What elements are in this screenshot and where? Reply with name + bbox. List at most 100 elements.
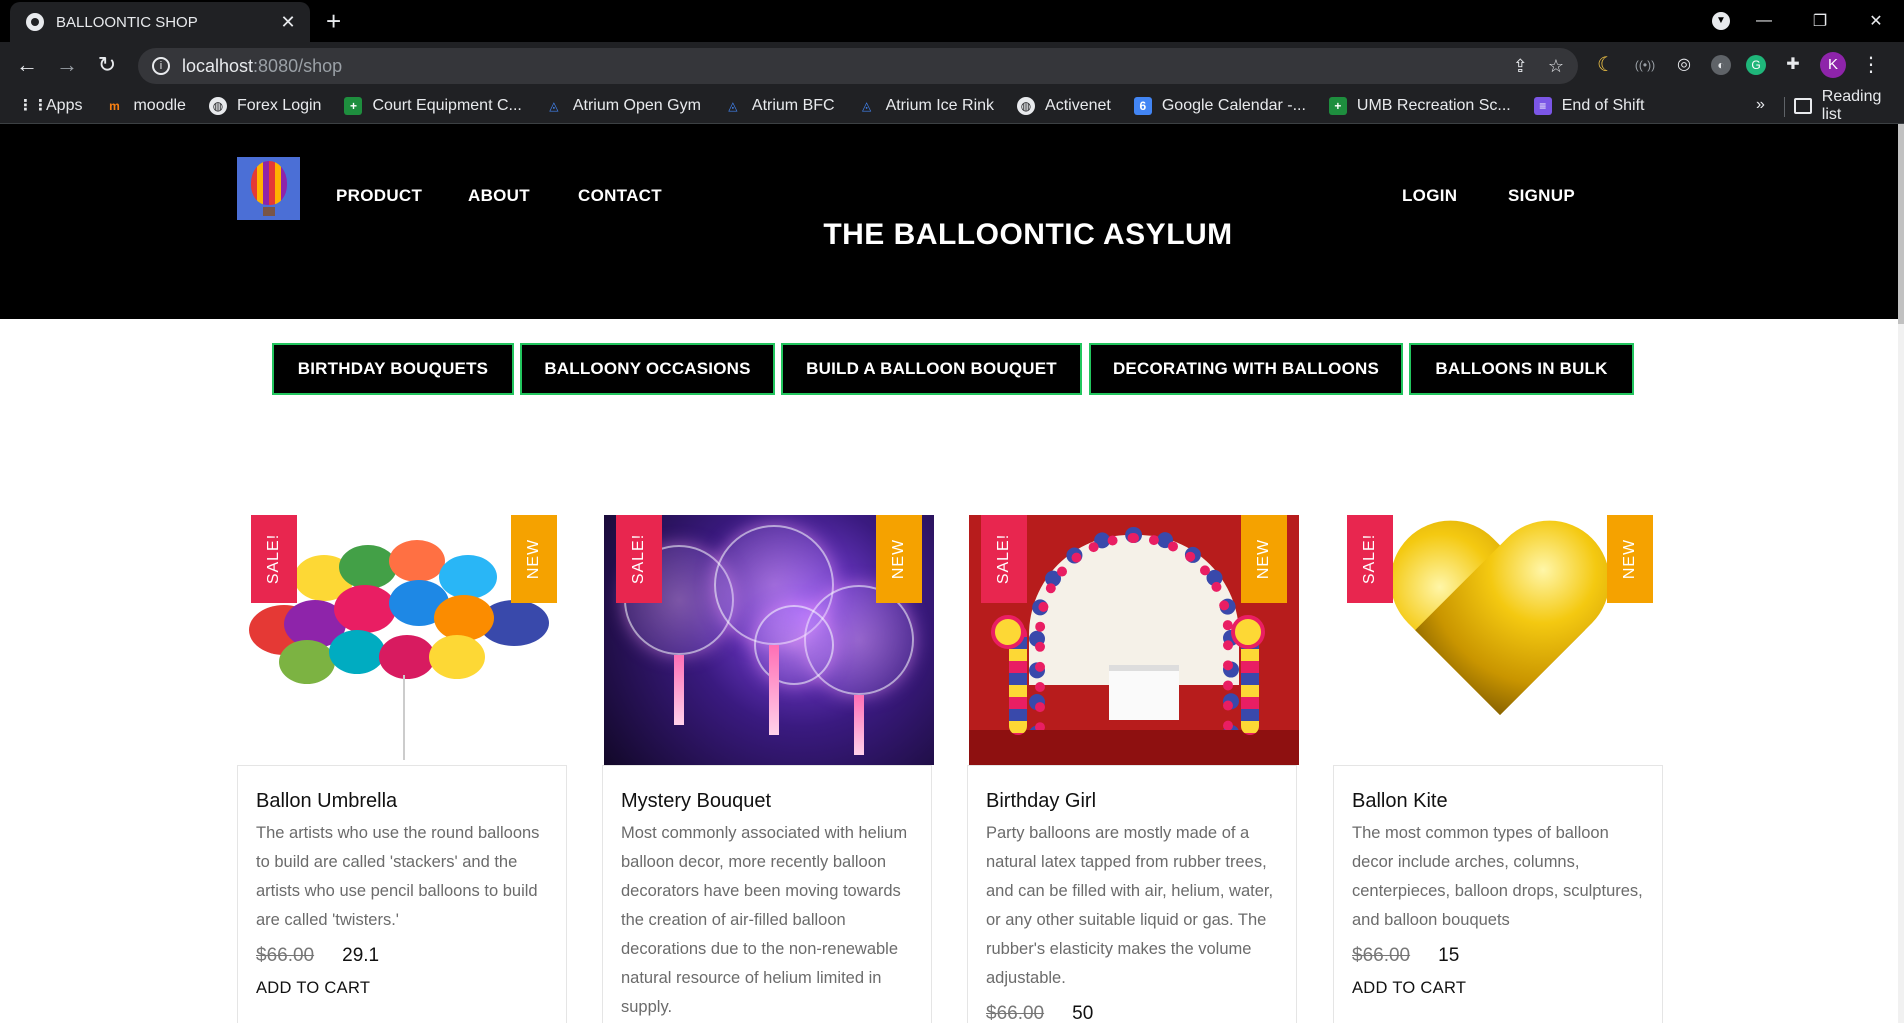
globe-icon: ◍ (208, 97, 227, 115)
extensions-area: ☾ ((•)) ◎ ◐ G ✚ K ⋮ (1594, 52, 1881, 78)
window-controls: — ❐ ✕ (1736, 0, 1904, 42)
product-description: The artists who use the round balloons t… (256, 824, 540, 929)
bookmark-google-calendar[interactable]: 6 Google Calendar -... (1133, 97, 1306, 115)
reading-list-button[interactable]: Reading list (1794, 88, 1904, 123)
circle-extension-icon[interactable]: ◐ (1711, 55, 1731, 75)
moodle-icon: m (109, 99, 120, 113)
reading-list-icon (1794, 98, 1812, 114)
broadcast-extension-icon[interactable]: ((•)) (1633, 53, 1657, 77)
browser-tabstrip: BALLOONTIC SHOP ✕ + ▼ — ❐ ✕ (0, 0, 1904, 42)
profile-avatar[interactable]: K (1820, 52, 1846, 78)
dark-mode-extension-icon[interactable]: ☾ (1594, 53, 1618, 77)
atrium-icon: ◬ (549, 99, 559, 113)
product-card-body: Ballon Umbrella The artists who use the … (237, 765, 567, 1023)
nav-contact[interactable]: CONTACT (578, 186, 662, 206)
product-name[interactable]: Birthday Girl (986, 790, 1278, 813)
address-bar[interactable]: i localhost :8080/shop ⇪ ☆ (138, 48, 1578, 84)
product-image-led-balloons[interactable]: SALE! NEW (604, 515, 934, 765)
nav-product[interactable]: PRODUCT (336, 186, 422, 206)
minimize-icon[interactable]: — (1736, 12, 1792, 30)
balloon-basket-icon (263, 207, 275, 216)
product-old-price: $66.00 (1352, 945, 1411, 966)
add-to-cart-button[interactable]: ADD TO CART (1352, 979, 1644, 998)
mask-extension-icon[interactable]: ◎ (1672, 53, 1696, 77)
category-decorating-with-balloons[interactable]: DECORATING WITH BALLOONS (1089, 343, 1403, 395)
bookmark-court-equipment[interactable]: + Court Equipment C... (344, 97, 522, 115)
globe-icon: ◍ (1017, 97, 1036, 115)
url-path: :8080/shop (253, 55, 343, 76)
nav-signup[interactable]: SIGNUP (1508, 186, 1575, 206)
product-old-price: $66.00 (256, 945, 315, 966)
bookmark-forex-login[interactable]: ◍ Forex Login (208, 97, 321, 115)
apps-grid-icon: ⋮⋮ (18, 97, 48, 114)
bookmark-umb-recreation[interactable]: + UMB Recreation Sc... (1328, 97, 1511, 115)
bookmark-apps[interactable]: ⋮⋮ Apps (18, 97, 82, 115)
share-icon[interactable]: ⇪ (1513, 56, 1528, 77)
kebab-menu-icon[interactable]: ⋮ (1861, 53, 1881, 77)
page-scrollbar[interactable] (1898, 124, 1904, 1023)
browser-toolbar: ← → ↻ i localhost :8080/shop ⇪ ☆ ☾ ((•))… (0, 42, 1904, 89)
product-image-balloon-arch[interactable]: SALE! NEW (969, 515, 1299, 765)
grammarly-extension-icon[interactable]: G (1746, 55, 1766, 75)
bookmarks-overflow-button[interactable]: » (1756, 96, 1765, 114)
product-image-gold-heart-balloon[interactable]: SALE! NEW (1335, 515, 1665, 765)
back-icon[interactable]: ← (12, 52, 42, 78)
product-image-balloon-bunch[interactable]: SALE! NEW (239, 515, 569, 765)
bookmark-moodle[interactable]: m moodle (105, 97, 186, 115)
product-sale-price: 29.1 (342, 945, 380, 966)
product-card: SALE! NEW Ballon Umbrella The artists wh… (237, 515, 569, 1023)
bookmark-atrium-ice-rink[interactable]: ◬ Atrium Ice Rink (858, 97, 994, 115)
category-balloony-occasions[interactable]: BALLOONY OCCASIONS (520, 343, 775, 395)
globe-icon (26, 13, 44, 31)
product-card: SALE! NEW Ballon Kite The most common ty… (1333, 515, 1665, 1023)
atrium-icon: ◬ (728, 99, 738, 113)
sale-badge: SALE! (251, 515, 297, 603)
extensions-puzzle-icon[interactable]: ✚ (1781, 53, 1805, 77)
site-header: PRODUCT ABOUT CONTACT LOGIN SIGNUP THE B… (0, 124, 1904, 319)
bookmarks-divider (1784, 97, 1785, 117)
restore-icon[interactable]: ❐ (1792, 11, 1848, 31)
forward-icon[interactable]: → (52, 52, 82, 78)
site-title: THE BALLOONTIC ASYLUM (823, 218, 1233, 251)
sale-badge: SALE! (981, 515, 1027, 603)
scrollbar-thumb[interactable] (1898, 124, 1904, 324)
product-price: $66.00 50 (986, 1003, 1278, 1023)
product-name[interactable]: Mystery Bouquet (621, 790, 913, 813)
product-name[interactable]: Ballon Kite (1352, 790, 1644, 813)
category-balloons-in-bulk[interactable]: BALLOONS IN BULK (1409, 343, 1634, 395)
browser-tab-active[interactable]: BALLOONTIC SHOP ✕ (10, 2, 310, 42)
nav-about[interactable]: ABOUT (468, 186, 530, 206)
google-calendar-icon: 6 (1133, 97, 1152, 115)
product-name[interactable]: Ballon Umbrella (256, 790, 548, 813)
close-icon[interactable]: ✕ (278, 12, 298, 33)
bookmark-end-of-shift[interactable]: ≡ End of Shift (1533, 97, 1644, 115)
bookmark-activenet[interactable]: ◍ Activenet (1017, 97, 1111, 115)
new-badge: NEW (876, 515, 922, 603)
bookmark-atrium-bfc[interactable]: ◬ Atrium BFC (724, 97, 834, 115)
close-window-icon[interactable]: ✕ (1848, 11, 1904, 31)
new-badge: NEW (1607, 515, 1653, 603)
product-card: SALE! NEW Mystery Bouquet Most commonly … (602, 515, 934, 1023)
bookmarks-bar: ⋮⋮ Apps m moodle ◍ Forex Login + Court Equip… (0, 88, 1904, 124)
category-birthday-bouquets[interactable]: BIRTHDAY BOUQUETS (272, 343, 514, 395)
product-sale-price: 50 (1072, 1003, 1094, 1023)
omnibox-actions: ⇪ ☆ (1513, 56, 1564, 77)
sale-badge: SALE! (1347, 515, 1393, 603)
site-logo[interactable] (237, 157, 300, 220)
category-build-a-balloon-bouquet[interactable]: BUILD A BALLOON BOUQUET (781, 343, 1082, 395)
product-card: SALE! NEW Birthday Girl Party balloons a… (967, 515, 1299, 1023)
tab-search-icon[interactable]: ▼ (1712, 12, 1730, 30)
url-host: localhost (182, 55, 254, 76)
add-to-cart-button[interactable]: ADD TO CART (256, 979, 548, 998)
reload-icon[interactable]: ↻ (92, 52, 122, 78)
category-bar: BIRTHDAY BOUQUETS BALLOONY OCCASIONS BUI… (0, 343, 1904, 395)
product-card-body: Mystery Bouquet Most commonly associated… (602, 765, 932, 1023)
nav-login[interactable]: LOGIN (1402, 186, 1457, 206)
site-info-icon[interactable]: i (152, 57, 170, 75)
hot-air-balloon-icon (251, 161, 287, 205)
bookmark-atrium-open-gym[interactable]: ◬ Atrium Open Gym (545, 97, 701, 115)
bookmark-star-icon[interactable]: ☆ (1548, 56, 1564, 77)
product-card-body: Birthday Girl Party balloons are mostly … (967, 765, 1297, 1023)
product-price: $66.00 29.1 (256, 945, 548, 967)
new-tab-button[interactable]: + (326, 8, 341, 34)
